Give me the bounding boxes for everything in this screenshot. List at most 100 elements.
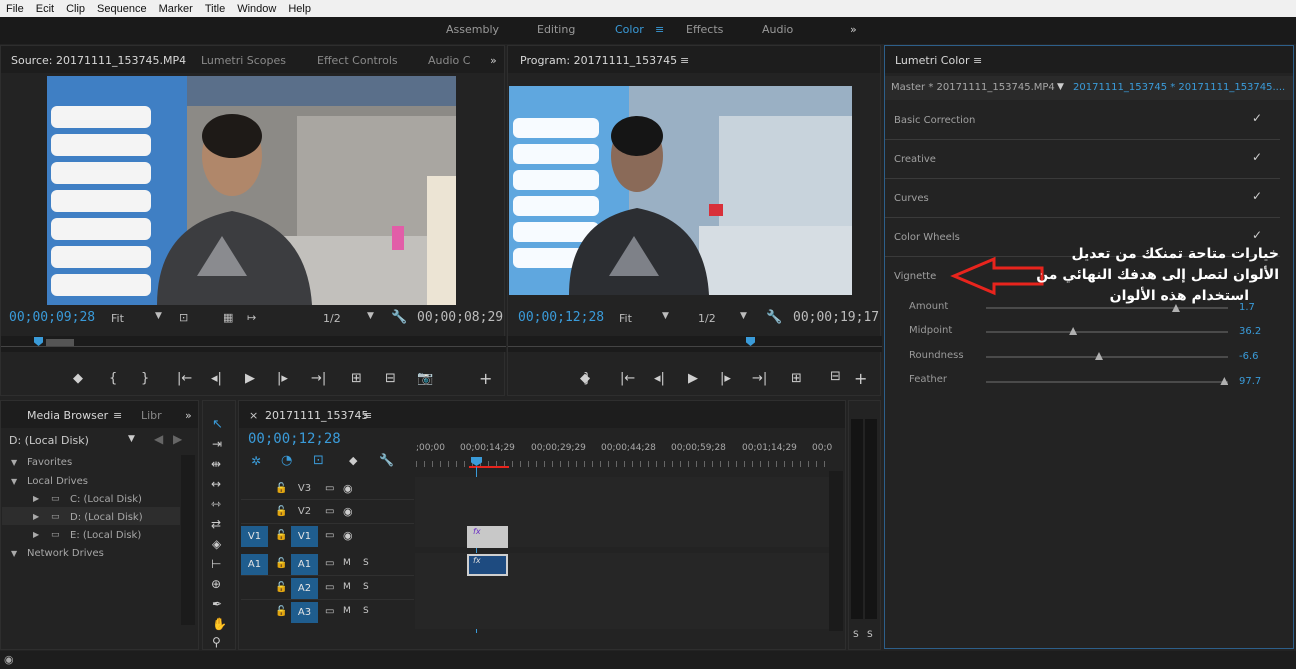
workspace-color[interactable]: Color — [615, 23, 644, 36]
v2-eye-icon[interactable]: ◉ — [343, 505, 353, 518]
source-add-button-icon[interactable]: + — [479, 369, 492, 388]
menu-file[interactable]: File — [0, 3, 30, 15]
timeline-wrench-icon[interactable]: 🔧 — [379, 453, 394, 467]
tab-program[interactable]: Program: 20171111_153745 — [520, 54, 677, 67]
source-scrub-bar[interactable] — [1, 336, 506, 352]
check-creative[interactable]: ✓ — [1252, 150, 1262, 164]
workspace-more-icon[interactable]: » — [850, 23, 857, 36]
program-mark-out-icon[interactable]: } — [583, 371, 591, 386]
workspace-effects[interactable]: Effects — [686, 23, 723, 36]
a2-label[interactable]: A2 — [291, 578, 318, 599]
a3-mute-button[interactable]: M — [343, 606, 351, 616]
hand-tool-icon[interactable]: ✋ — [212, 617, 227, 631]
a1-lock-icon[interactable]: 🔓 — [275, 558, 287, 569]
forward-arrow-icon[interactable]: ▶ — [173, 432, 182, 446]
menu-marker[interactable]: Marker — [153, 3, 199, 15]
lumetri-master-clip[interactable]: Master * 20171111_153745.MP4 — [891, 82, 1055, 93]
source-overwrite-icon[interactable]: ⊟ — [385, 371, 396, 386]
source-settings-icon[interactable]: ⊡ — [179, 311, 188, 324]
menu-sequence[interactable]: Sequence — [91, 3, 153, 15]
status-eye-icon[interactable]: ◉ — [4, 653, 14, 666]
tree-e-drive[interactable]: E: (Local Disk) — [70, 530, 141, 541]
source-video-frame[interactable] — [47, 76, 456, 305]
check-basic-correction[interactable]: ✓ — [1252, 111, 1262, 125]
c-drive-chevron-icon[interactable]: ▶ — [33, 494, 39, 503]
v2-label[interactable]: V2 — [291, 501, 318, 522]
linked-selection-icon[interactable]: ◔ — [281, 453, 292, 468]
v1-lock-icon[interactable]: 🔓 — [275, 530, 287, 541]
slider-roundness-track[interactable] — [986, 356, 1228, 358]
pen-tool-icon[interactable]: ✒ — [212, 597, 222, 611]
a3-label[interactable]: A3 — [291, 602, 318, 623]
meter-solo-left[interactable]: S — [853, 630, 859, 640]
a3-lock-icon[interactable]: 🔓 — [275, 606, 287, 617]
rolling-tool-icon[interactable]: ⇄ — [211, 517, 221, 531]
tab-audio-clip-mixer[interactable]: Audio C — [428, 54, 470, 67]
workspace-audio[interactable]: Audio — [762, 23, 793, 36]
meter-solo-right[interactable]: S — [867, 630, 873, 640]
menu-clip[interactable]: Clip — [60, 3, 91, 15]
snap-icon[interactable]: ✲ — [251, 454, 261, 468]
a2-solo-button[interactable]: S — [363, 582, 369, 592]
program-add-button-icon[interactable]: + — [854, 369, 867, 388]
tab-lumetri-scopes[interactable]: Lumetri Scopes — [201, 54, 286, 67]
tab-effect-controls[interactable]: Effect Controls — [317, 54, 398, 67]
drive-chevron-icon[interactable]: ▼ — [128, 434, 135, 444]
favorites-chevron-icon[interactable]: ▼ — [11, 458, 17, 467]
source-go-to-out-icon[interactable]: →| — [311, 371, 326, 386]
timeline-timecode[interactable]: 00;00;12;28 — [248, 431, 341, 447]
v3-sync-icon[interactable]: ▭ — [325, 483, 334, 494]
program-go-to-in-icon[interactable]: |← — [620, 371, 635, 386]
menu-edit[interactable]: Ecit — [30, 3, 60, 15]
track-select-tool-icon[interactable]: ⇥ — [212, 437, 222, 451]
local-drives-chevron-icon[interactable]: ▼ — [11, 477, 17, 486]
a3-sync-icon[interactable]: ▭ — [325, 606, 334, 617]
menu-window[interactable]: Window — [231, 3, 282, 15]
a2-mute-button[interactable]: M — [343, 582, 351, 592]
program-video-frame[interactable] — [509, 86, 852, 295]
slip-tool-icon[interactable]: ⊢ — [211, 557, 221, 571]
v2-sync-icon[interactable]: ▭ — [325, 506, 334, 517]
timeline-menu-icon[interactable]: ≡ — [363, 409, 372, 422]
lumetri-menu-icon[interactable]: ≡ — [973, 54, 982, 67]
workspace-editing[interactable]: Editing — [537, 23, 575, 36]
program-play-icon[interactable]: ▶ — [688, 371, 698, 386]
workspace-menu-icon[interactable]: ≡ — [655, 23, 664, 36]
slider-feather-value[interactable]: 97.7 — [1239, 376, 1261, 387]
section-curves[interactable]: Curves — [894, 193, 929, 204]
source-insert-icon[interactable]: ↦ — [247, 311, 256, 324]
program-scrub-bar[interactable] — [508, 336, 882, 352]
a2-sync-icon[interactable]: ▭ — [325, 582, 334, 593]
source-playhead-icon[interactable] — [34, 337, 43, 346]
tab-lumetri-color[interactable]: Lumetri Color — [895, 54, 970, 67]
media-browser-menu-icon[interactable]: ≡ — [113, 409, 122, 422]
nest-icon[interactable]: ⊡ — [313, 453, 324, 468]
audio-clip[interactable]: fx — [467, 554, 508, 576]
source-safe-margins-icon[interactable]: ▦ — [223, 311, 233, 324]
program-fit-select[interactable]: Fit — [619, 312, 632, 325]
check-color-wheels[interactable]: ✓ — [1252, 228, 1262, 242]
source-more-icon[interactable]: » — [490, 54, 497, 67]
program-extract-icon[interactable]: ⊟ — [830, 369, 841, 384]
source-insert-button-icon[interactable]: ⊞ — [351, 371, 362, 386]
network-drives-chevron-icon[interactable]: ▼ — [11, 549, 17, 558]
d-drive-chevron-icon[interactable]: ▶ — [33, 512, 39, 521]
lumetri-sequence-clip[interactable]: 20171111_153745 * 20171111_153745.... — [1073, 82, 1285, 93]
a1-label[interactable]: A1 — [291, 554, 318, 575]
v3-lock-icon[interactable]: 🔓 — [275, 483, 287, 494]
tab-sequence[interactable]: 20171111_153745 — [265, 409, 368, 422]
v1-target-button[interactable]: V1 — [241, 526, 268, 547]
slide-tool-icon[interactable]: ⊕ — [211, 577, 221, 591]
timeline-scrollbar[interactable] — [829, 471, 843, 631]
tab-media-browser[interactable]: Media Browser — [27, 409, 108, 422]
timeline-marker-icon[interactable]: ◆ — [349, 454, 357, 467]
menu-help[interactable]: Help — [282, 3, 317, 15]
a1-target-button[interactable]: A1 — [241, 554, 268, 575]
source-step-back-icon[interactable]: ◂| — [211, 371, 222, 386]
menu-title[interactable]: Title — [199, 3, 231, 15]
source-wrench-icon[interactable]: 🔧 — [391, 310, 407, 325]
e-drive-chevron-icon[interactable]: ▶ — [33, 530, 39, 539]
program-lift-icon[interactable]: ⊞ — [791, 371, 802, 386]
source-fit-select[interactable]: Fit — [111, 312, 124, 325]
source-step-forward-icon[interactable]: |▸ — [277, 371, 288, 386]
